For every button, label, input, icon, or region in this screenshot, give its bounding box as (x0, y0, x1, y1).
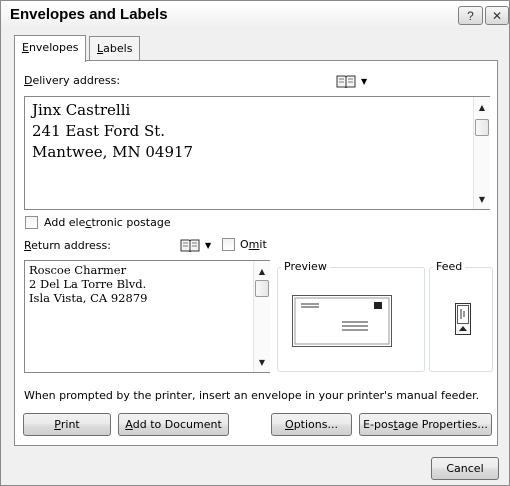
scroll-down-icon[interactable]: ▼ (254, 355, 270, 370)
cancel-button[interactable]: Cancel (431, 457, 499, 480)
return-address-field[interactable]: Roscoe Charmer 2 Del La Torre Blvd. Isla… (24, 260, 270, 373)
add-electronic-postage-checkbox[interactable] (25, 216, 38, 229)
address-book-dropdown-icon[interactable]: ▼ (361, 77, 367, 86)
question-mark-icon: ? (467, 8, 474, 23)
title-bar[interactable]: Envelopes and Labels ? ✕ (1, 1, 509, 31)
omit-label: Omit (240, 238, 267, 251)
e-postage-properties-button[interactable]: E-pos t age Properties... (359, 413, 492, 436)
close-button[interactable]: ✕ (485, 6, 509, 25)
return-address-dropdown-icon[interactable]: ▼ (205, 241, 211, 250)
scroll-thumb[interactable] (255, 280, 269, 297)
options-button[interactable]: Options... (271, 413, 352, 436)
envelope-feed-icon[interactable] (454, 302, 472, 336)
envelope-preview-icon[interactable] (292, 295, 392, 347)
dialog-title: Envelopes and Labels (10, 6, 168, 23)
tab-envelopes[interactable]: Envelopes (14, 35, 87, 62)
add-electronic-postage-label: Add electronic postage (44, 216, 171, 229)
delivery-address-field[interactable]: Jinx Castrelli 241 East Ford St. Mantwee… (24, 96, 490, 210)
preview-label: Preview (281, 260, 330, 273)
feed-label: Feed (433, 260, 466, 273)
scroll-thumb[interactable] (475, 119, 489, 136)
return-address-book-icon[interactable] (180, 239, 200, 252)
address-book-icon[interactable] (336, 75, 356, 88)
delivery-address-label: Delivery address: (24, 74, 121, 87)
close-x-icon: ✕ (491, 8, 503, 23)
scroll-up-icon[interactable]: ▲ (474, 100, 490, 115)
scroll-down-icon[interactable]: ▼ (474, 192, 490, 207)
scroll-up-icon[interactable]: ▲ (254, 264, 270, 279)
add-to-document-button[interactable]: Add to Document (118, 413, 229, 436)
return-scrollbar[interactable]: ▲ ▼ (253, 261, 270, 372)
envelopes-and-labels-dialog: Envelopes and Labels ? ✕ Envelopes Label… (0, 0, 510, 486)
print-button[interactable]: Print (23, 413, 111, 436)
envelopes-tab-panel: Delivery address: ▼ Jinx Castrelli 241 E… (14, 60, 498, 446)
printer-prompt-text: When prompted by the printer, insert an … (24, 389, 480, 402)
help-button[interactable]: ? (458, 6, 483, 25)
omit-checkbox[interactable] (222, 238, 235, 251)
delivery-scrollbar[interactable]: ▲ ▼ (473, 97, 490, 209)
tab-labels[interactable]: Labels (89, 36, 141, 60)
return-address-label: Return address: (24, 239, 111, 252)
